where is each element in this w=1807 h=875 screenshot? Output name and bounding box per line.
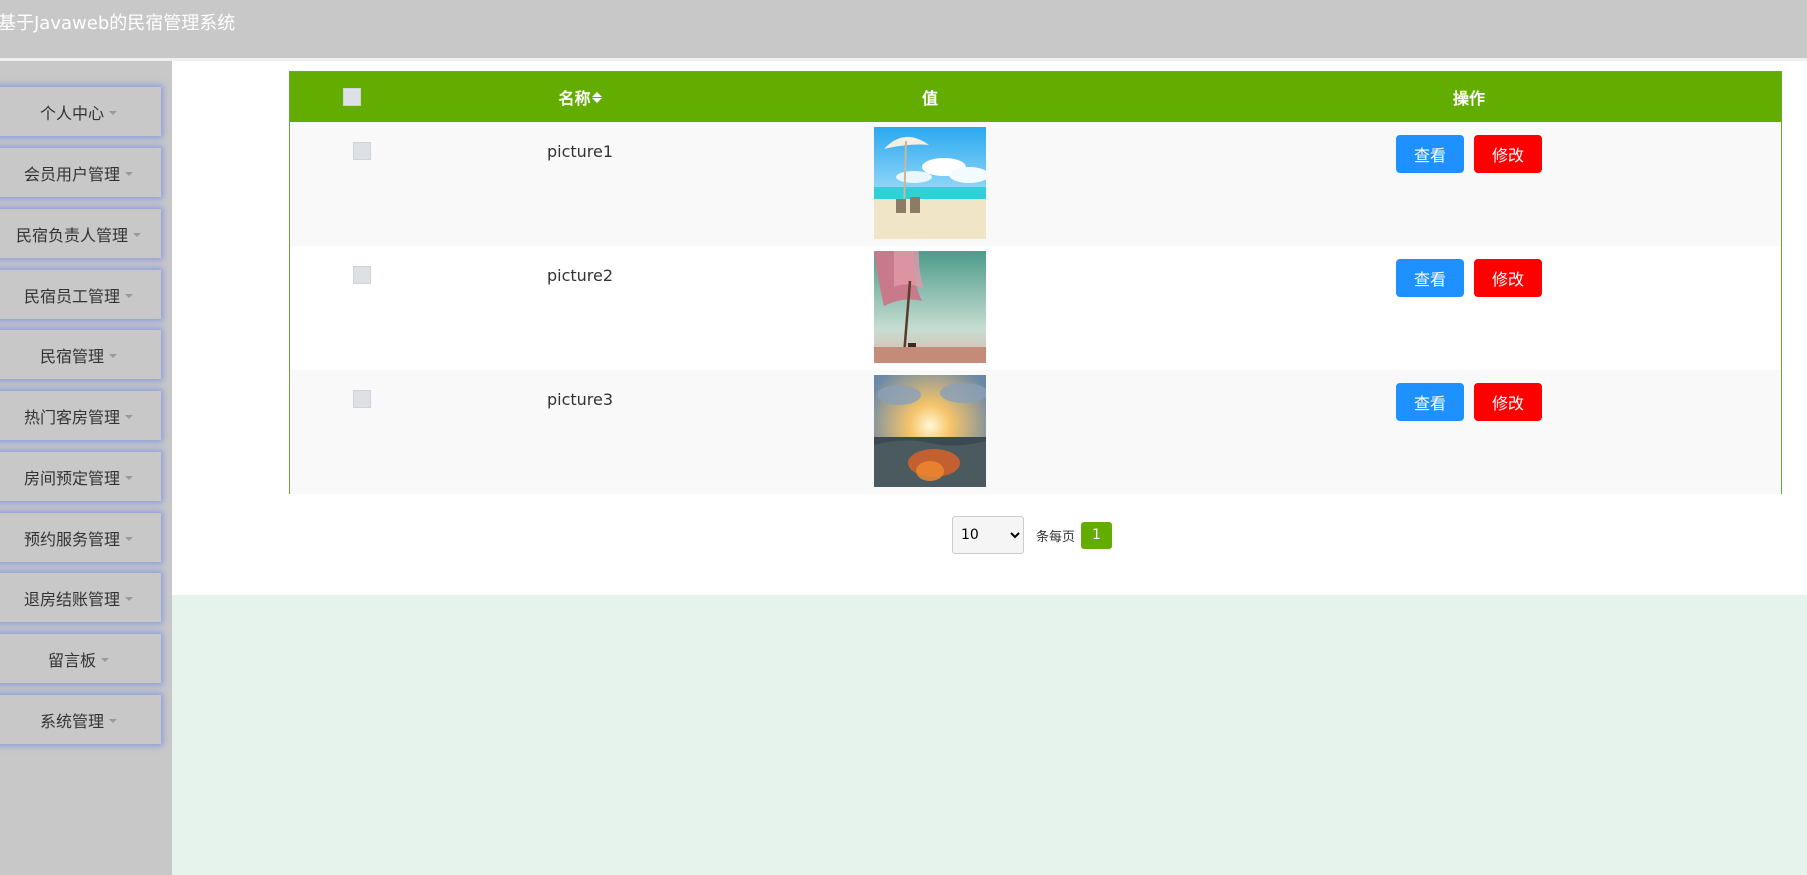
sidebar-item-personal-center[interactable]: 个人中心: [0, 87, 161, 136]
column-header-label: 名称: [558, 89, 591, 108]
sidebar-item-label: 系统管理: [39, 711, 104, 731]
select-all-checkbox[interactable]: [343, 88, 361, 106]
sidebar-item-homestay-managers[interactable]: 民宿负责人管理: [0, 209, 161, 258]
row-name: picture3: [546, 390, 614, 409]
pagination: 10 条每页 1: [952, 516, 1113, 554]
sort-icon[interactable]: [591, 91, 602, 103]
sidebar-item-label: 民宿管理: [39, 346, 104, 366]
caret-down-icon: [101, 657, 109, 662]
row-checkbox[interactable]: [353, 266, 371, 284]
header-checkbox-cell: [342, 72, 362, 122]
row-image-thumbnail[interactable]: [874, 375, 986, 487]
sidebar-item-label: 留言板: [47, 650, 96, 670]
caret-down-icon: [125, 596, 133, 601]
caret-down-icon: [109, 718, 117, 723]
sidebar-item-label: 个人中心: [39, 103, 104, 123]
row-checkbox[interactable]: [353, 142, 371, 160]
sidebar-item-label: 退房结账管理: [23, 589, 120, 609]
per-page-label: 条每页: [1036, 529, 1076, 545]
caret-down-icon: [125, 536, 133, 541]
page-size-select[interactable]: 10: [952, 516, 1024, 554]
sunset-field-image: [874, 375, 986, 487]
caret-down-icon: [125, 171, 133, 176]
column-header-actions: 操作: [1369, 72, 1569, 122]
top-header: 基于Javaweb的民宿管理系统: [0, 0, 1807, 58]
view-button[interactable]: 查看: [1396, 135, 1464, 173]
caret-down-icon: [125, 414, 133, 419]
sidebar-item-label: 热门客房管理: [23, 407, 120, 427]
sidebar-item-message-board[interactable]: 留言板: [0, 634, 161, 683]
app-title: 基于Javaweb的民宿管理系统: [0, 13, 236, 34]
sidebar-item-room-booking[interactable]: 房间预定管理: [0, 452, 161, 501]
caret-down-icon: [133, 232, 141, 237]
page-number-current[interactable]: 1: [1081, 521, 1113, 549]
sidebar-item-homestay-staff[interactable]: 民宿员工管理: [0, 270, 161, 319]
row-checkbox[interactable]: [353, 390, 371, 408]
edit-button[interactable]: 修改: [1474, 135, 1542, 173]
sidebar-item-system[interactable]: 系统管理: [0, 695, 161, 744]
sidebar-item-label: 民宿员工管理: [23, 286, 120, 306]
pink-tree-image: [874, 251, 986, 363]
caret-down-icon: [109, 353, 117, 358]
sidebar-item-homestays[interactable]: 民宿管理: [0, 330, 161, 379]
sidebar-item-label: 会员用户管理: [23, 164, 120, 184]
column-header-label: 值: [921, 89, 938, 108]
table-row: picture2 查看 修改: [290, 246, 1781, 370]
sidebar-item-checkout[interactable]: 退房结账管理: [0, 573, 161, 622]
table-header: 名称 值 操作: [290, 72, 1781, 122]
edit-button[interactable]: 修改: [1474, 259, 1542, 297]
view-button[interactable]: 查看: [1396, 259, 1464, 297]
sidebar-item-member-users[interactable]: 会员用户管理: [0, 148, 161, 197]
table-row: picture1 查看 修改: [290, 122, 1781, 246]
caret-down-icon: [125, 293, 133, 298]
caret-down-icon: [125, 475, 133, 480]
row-image-thumbnail[interactable]: [874, 251, 986, 363]
row-name: picture2: [546, 266, 614, 285]
sidebar-item-label: 民宿负责人管理: [15, 225, 128, 245]
column-header-label: 操作: [1452, 89, 1485, 108]
table-row: picture3 查看 修改: [290, 370, 1781, 494]
column-header-name[interactable]: 名称: [480, 72, 680, 122]
data-table: 名称 值 操作 picture1 查看 修改 picture2 查看 修改 pi…: [289, 71, 1782, 494]
sidebar-item-label: 预约服务管理: [23, 529, 120, 549]
column-header-value: 值: [830, 72, 1030, 122]
row-image-thumbnail[interactable]: [874, 127, 986, 239]
view-button[interactable]: 查看: [1396, 383, 1464, 421]
sidebar-item-service-booking[interactable]: 预约服务管理: [0, 513, 161, 562]
sidebar: 个人中心 会员用户管理 民宿负责人管理 民宿员工管理 民宿管理 热门客房管理 房…: [0, 61, 172, 875]
caret-down-icon: [109, 110, 117, 115]
beach-umbrella-image: [874, 127, 986, 239]
sidebar-item-hot-rooms[interactable]: 热门客房管理: [0, 391, 161, 440]
edit-button[interactable]: 修改: [1474, 383, 1542, 421]
row-name: picture1: [546, 142, 614, 161]
sidebar-item-label: 房间预定管理: [23, 468, 120, 488]
